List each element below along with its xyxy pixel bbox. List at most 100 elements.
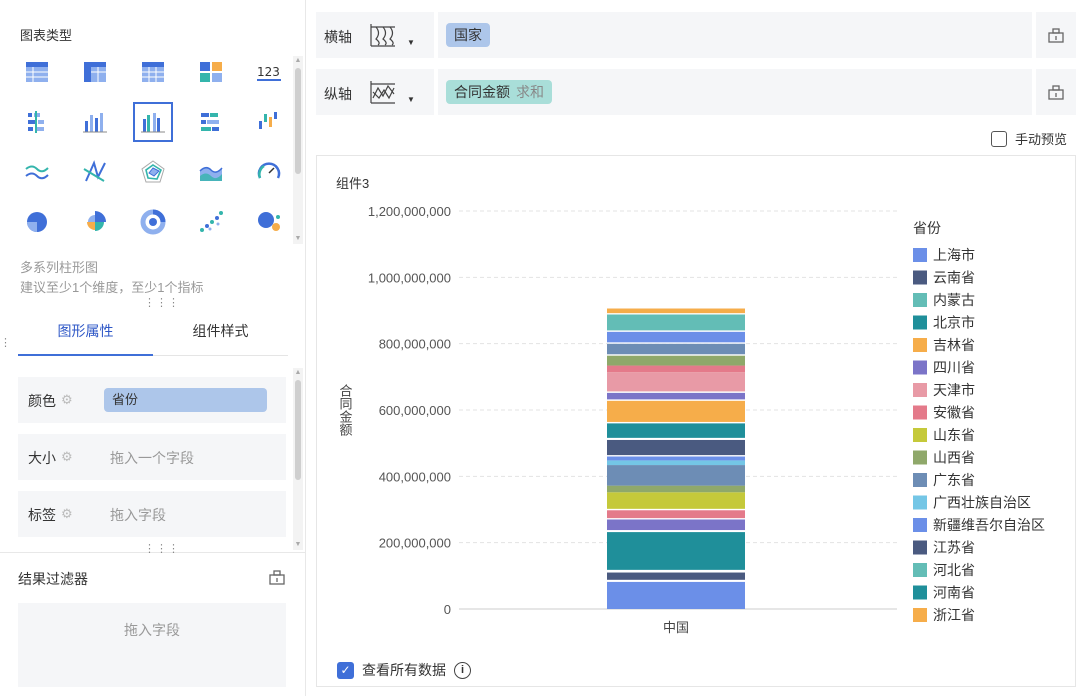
resize-handle[interactable]: ⋮⋮⋮ (144, 544, 180, 555)
chart-type-radar[interactable] (133, 152, 173, 192)
chart-type-table[interactable] (17, 52, 57, 92)
chart-type-gauge[interactable] (249, 152, 289, 192)
x-axis-settings[interactable] (1032, 12, 1076, 58)
chart-type-cross-table[interactable] (75, 52, 115, 92)
legend-item: 山东省 (933, 427, 975, 443)
legend-swatch (913, 428, 927, 442)
y-field-name: 合同金额 (454, 84, 510, 100)
side-drag-handle[interactable]: ⋮ (0, 338, 11, 349)
x-axis-drop-zone[interactable]: 国家 (434, 12, 1028, 58)
chart-type-radar-line[interactable] (75, 152, 115, 192)
table-icon (26, 62, 48, 82)
chart-type-waterfall[interactable] (249, 102, 289, 142)
y-tick-label: 1,000,000,000 (368, 270, 451, 285)
cross-table-icon (84, 62, 106, 82)
chart-type-indicator-card[interactable]: 123 (249, 52, 289, 92)
settings-icon[interactable] (1047, 26, 1065, 44)
legend-item: 四川省 (933, 360, 975, 376)
bar-segment (607, 532, 745, 570)
manual-preview-toggle[interactable]: 手动预览 (991, 129, 1067, 148)
pie-icon (27, 212, 47, 232)
bar-segment (607, 392, 745, 400)
legend-swatch (913, 270, 927, 285)
bar-segment (607, 330, 745, 332)
gear-icon[interactable]: ⚙ (61, 449, 73, 465)
chart-component: 组件3 0 200,000,000 400,000,000 600,000,000 80… (316, 155, 1076, 687)
manual-preview-label: 手动预览 (1015, 132, 1068, 147)
chart-type-donut[interactable] (133, 202, 173, 242)
chart-type-title: 图表类型 (20, 28, 73, 43)
check-icon[interactable]: ✓ (337, 661, 354, 679)
gear-icon[interactable]: ⚙ (61, 506, 73, 522)
y-axis-sort-icon[interactable] (368, 78, 398, 106)
filter-drop-zone[interactable]: 拖入字段 (18, 603, 286, 687)
bar-segment (607, 372, 745, 392)
x-axis-sort-icon[interactable] (368, 21, 398, 49)
color-property-row[interactable]: 颜色 ⚙ 省份 (18, 377, 286, 423)
label-drop-placeholder: 拖入字段 (110, 507, 166, 523)
label-label: 标签 (28, 507, 56, 523)
y-axis-label: 纵轴 (324, 86, 352, 102)
legend-item: 云南省 (933, 270, 975, 286)
view-all-data-toggle[interactable]: ✓ 查看所有数据 i (337, 660, 471, 680)
horizontal-bar-icon (28, 111, 44, 133)
legend-swatch (913, 383, 927, 397)
chart-type-horizontal-bar[interactable] (17, 102, 57, 142)
scatter-icon (200, 211, 223, 232)
bar-segment (607, 579, 745, 582)
gear-icon[interactable]: ⚙ (61, 392, 73, 408)
chart-type-pie[interactable] (17, 202, 57, 242)
y-axis-title: 合同金额 (338, 384, 353, 437)
y-axis-field-tag[interactable]: 合同金额 求和 (446, 80, 552, 104)
chevron-down-icon[interactable]: ▼ (407, 38, 415, 47)
chart-type-bubble[interactable] (249, 202, 289, 242)
manual-preview-checkbox[interactable] (991, 130, 1007, 147)
x-field-name: 国家 (454, 27, 482, 43)
bar-segment (607, 354, 745, 356)
chevron-down-icon[interactable]: ▼ (407, 95, 415, 104)
bar-segment (607, 569, 745, 573)
legend-item: 山西省 (933, 450, 975, 466)
y-axis-settings[interactable] (1032, 69, 1076, 115)
chart-type-column[interactable] (75, 102, 115, 142)
settings-icon[interactable] (1047, 83, 1065, 101)
bar-segment (607, 400, 745, 422)
resize-handle[interactable]: ⋮⋮⋮ (144, 298, 180, 309)
y-axis-row: 纵轴 ▼ 合同金额 求和 (316, 69, 1076, 115)
chart-type-line[interactable] (17, 152, 57, 192)
chart-type-rose-pie[interactable] (75, 202, 115, 242)
legend-swatch (913, 540, 927, 555)
filter-settings-icon[interactable] (268, 568, 286, 586)
chart-description: 多系列柱形图 建议至少1个维度，至少1个指标 (20, 258, 203, 298)
chart-type-detail-table[interactable] (133, 52, 173, 92)
legend-swatch (913, 360, 927, 375)
legend-item: 天津市 (933, 382, 975, 398)
size-property-row[interactable]: 大小 ⚙ 拖入一个字段 (18, 434, 286, 480)
legend-item: 浙江省 (933, 607, 975, 623)
chart-type-multi-series-column[interactable] (133, 102, 173, 142)
tab-graphic-properties[interactable]: 图形属性 (18, 312, 153, 356)
chart-type-grid: 123 (12, 52, 292, 252)
legend-swatch (913, 293, 927, 307)
waterfall-icon (259, 112, 277, 129)
properties-scrollbar[interactable]: ▲ ▼ (293, 368, 303, 550)
rose-pie-icon (87, 211, 106, 231)
chart-type-dashboard-card[interactable] (191, 52, 231, 92)
legend-swatch (913, 585, 927, 600)
column-icon (83, 113, 107, 133)
bar-segment (607, 439, 745, 456)
label-property-row[interactable]: 标签 ⚙ 拖入字段 (18, 491, 286, 537)
color-field-tag[interactable]: 省份 (104, 388, 267, 412)
chart-type-area[interactable] (191, 152, 231, 192)
bar-segment (607, 455, 745, 457)
bar-segment (607, 519, 745, 531)
bar-segment (607, 355, 745, 366)
radar-line-icon (83, 160, 106, 182)
chart-type-scatter[interactable] (191, 202, 231, 242)
chart-type-stacked-bar[interactable] (191, 102, 231, 142)
info-icon[interactable]: i (454, 661, 471, 679)
chart-grid-scrollbar[interactable]: ▲ ▼ (293, 56, 303, 244)
y-axis-drop-zone[interactable]: 合同金额 求和 (434, 69, 1028, 115)
tab-component-style[interactable]: 组件样式 (153, 312, 288, 356)
x-axis-field-tag[interactable]: 国家 (446, 23, 490, 47)
